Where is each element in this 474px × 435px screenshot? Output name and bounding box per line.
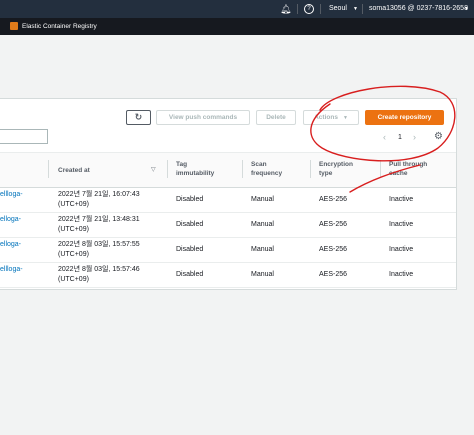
next-page-icon[interactable]: › <box>413 132 416 142</box>
sort-down-icon[interactable]: ▽ <box>151 166 156 174</box>
column-divider <box>310 160 311 178</box>
service-shortcut-ecr[interactable]: Elastic Container Registry <box>22 22 97 31</box>
repository-name-link[interactable]: ellloga- <box>0 265 23 275</box>
table-row[interactable]: ellloga- 2022년 7월 21일, 16:07:43 (UTC+09)… <box>0 187 456 213</box>
view-push-commands-button[interactable]: View push commands <box>156 110 250 125</box>
nav-divider <box>320 4 321 14</box>
created-at-date: 2022년 8월 03일, 15:57:55 <box>58 241 140 248</box>
scan-frequency-value: Manual <box>251 271 274 278</box>
tag-immutability-value: Disabled <box>176 221 204 228</box>
delete-button[interactable]: Delete <box>256 110 296 125</box>
refresh-button[interactable]: ↻ <box>126 110 151 125</box>
help-icon[interactable]: ? <box>304 4 314 14</box>
region-selector[interactable]: Seoul <box>329 4 347 14</box>
created-at-date: 2022년 7월 21일, 16:07:43 <box>58 191 140 198</box>
chevron-down-icon: ▼ <box>464 6 469 12</box>
column-divider <box>242 160 243 178</box>
tag-immutability-value: Disabled <box>176 246 204 253</box>
top-navigation-bar: 🔔︎ ? Seoul ▼ soma13056 @ 0237-7816-2658 … <box>0 0 474 18</box>
encryption-type-value: AES-256 <box>319 271 348 278</box>
caret-down-icon: ▼ <box>342 114 348 121</box>
repository-name-link[interactable]: elloga- <box>0 240 21 250</box>
notification-bell-icon[interactable]: 🔔︎ <box>280 4 291 14</box>
actions-dropdown-button[interactable]: Actions ▼ <box>303 110 359 125</box>
repository-name-link[interactable]: ellloga- <box>0 190 23 200</box>
tag-immutability-value: Disabled <box>176 271 204 278</box>
chevron-down-icon: ▼ <box>353 6 358 12</box>
create-repository-button[interactable]: Create repository <box>365 110 444 125</box>
account-menu[interactable]: soma13056 @ 0237-7816-2658 <box>369 4 468 14</box>
nav-divider <box>362 4 363 14</box>
table-row[interactable]: elloga- 2022년 8월 03일, 15:57:55 (UTC+09) … <box>0 237 456 263</box>
refresh-icon: ↻ <box>134 112 143 122</box>
actions-label: Actions <box>314 114 338 121</box>
scan-frequency-value: Manual <box>251 196 274 203</box>
pull-through-cache-value: Inactive <box>389 196 414 203</box>
repository-name-link[interactable]: elloga- <box>0 215 21 225</box>
created-at-timezone: (UTC+09) <box>58 226 89 233</box>
created-at-timezone: (UTC+09) <box>58 276 89 283</box>
table-row[interactable]: elloga- 2022년 7월 21일, 13:48:31 (UTC+09) … <box>0 212 456 238</box>
scan-frequency-value: Manual <box>251 221 274 228</box>
column-header-pull-through-cache[interactable]: Pull through cache <box>389 160 427 178</box>
ecr-service-icon <box>10 22 18 30</box>
encryption-type-value: AES-256 <box>319 221 348 228</box>
created-at-timezone: (UTC+09) <box>58 201 89 208</box>
column-divider <box>48 160 49 178</box>
pull-through-cache-value: Inactive <box>389 246 414 253</box>
column-header-tag-immutability[interactable]: Tag immutability <box>176 160 214 178</box>
column-divider <box>167 160 168 178</box>
column-header-encryption-type[interactable]: Encryption type <box>319 160 353 178</box>
nav-divider <box>297 4 298 14</box>
encryption-type-value: AES-256 <box>319 246 348 253</box>
created-at-date: 2022년 8월 03일, 15:57:46 <box>58 266 140 273</box>
created-at-date: 2022년 7월 21일, 13:48:31 <box>58 216 140 223</box>
encryption-type-value: AES-256 <box>319 196 348 203</box>
tag-immutability-value: Disabled <box>176 196 204 203</box>
column-header-created-at[interactable]: Created at <box>58 166 90 175</box>
created-at-timezone: (UTC+09) <box>58 251 89 258</box>
scan-frequency-value: Manual <box>251 246 274 253</box>
pull-through-cache-value: Inactive <box>389 271 414 278</box>
column-header-scan-frequency[interactable]: Scan frequency <box>251 160 282 178</box>
table-row[interactable]: ellloga- 2022년 8월 03일, 15:57:46 (UTC+09)… <box>0 262 456 288</box>
search-input[interactable] <box>0 129 48 144</box>
pull-through-cache-value: Inactive <box>389 221 414 228</box>
gear-icon[interactable]: ⚙ <box>434 131 443 142</box>
column-divider <box>380 160 381 178</box>
previous-page-icon[interactable]: ‹ <box>383 132 386 142</box>
page-number[interactable]: 1 <box>398 133 402 142</box>
